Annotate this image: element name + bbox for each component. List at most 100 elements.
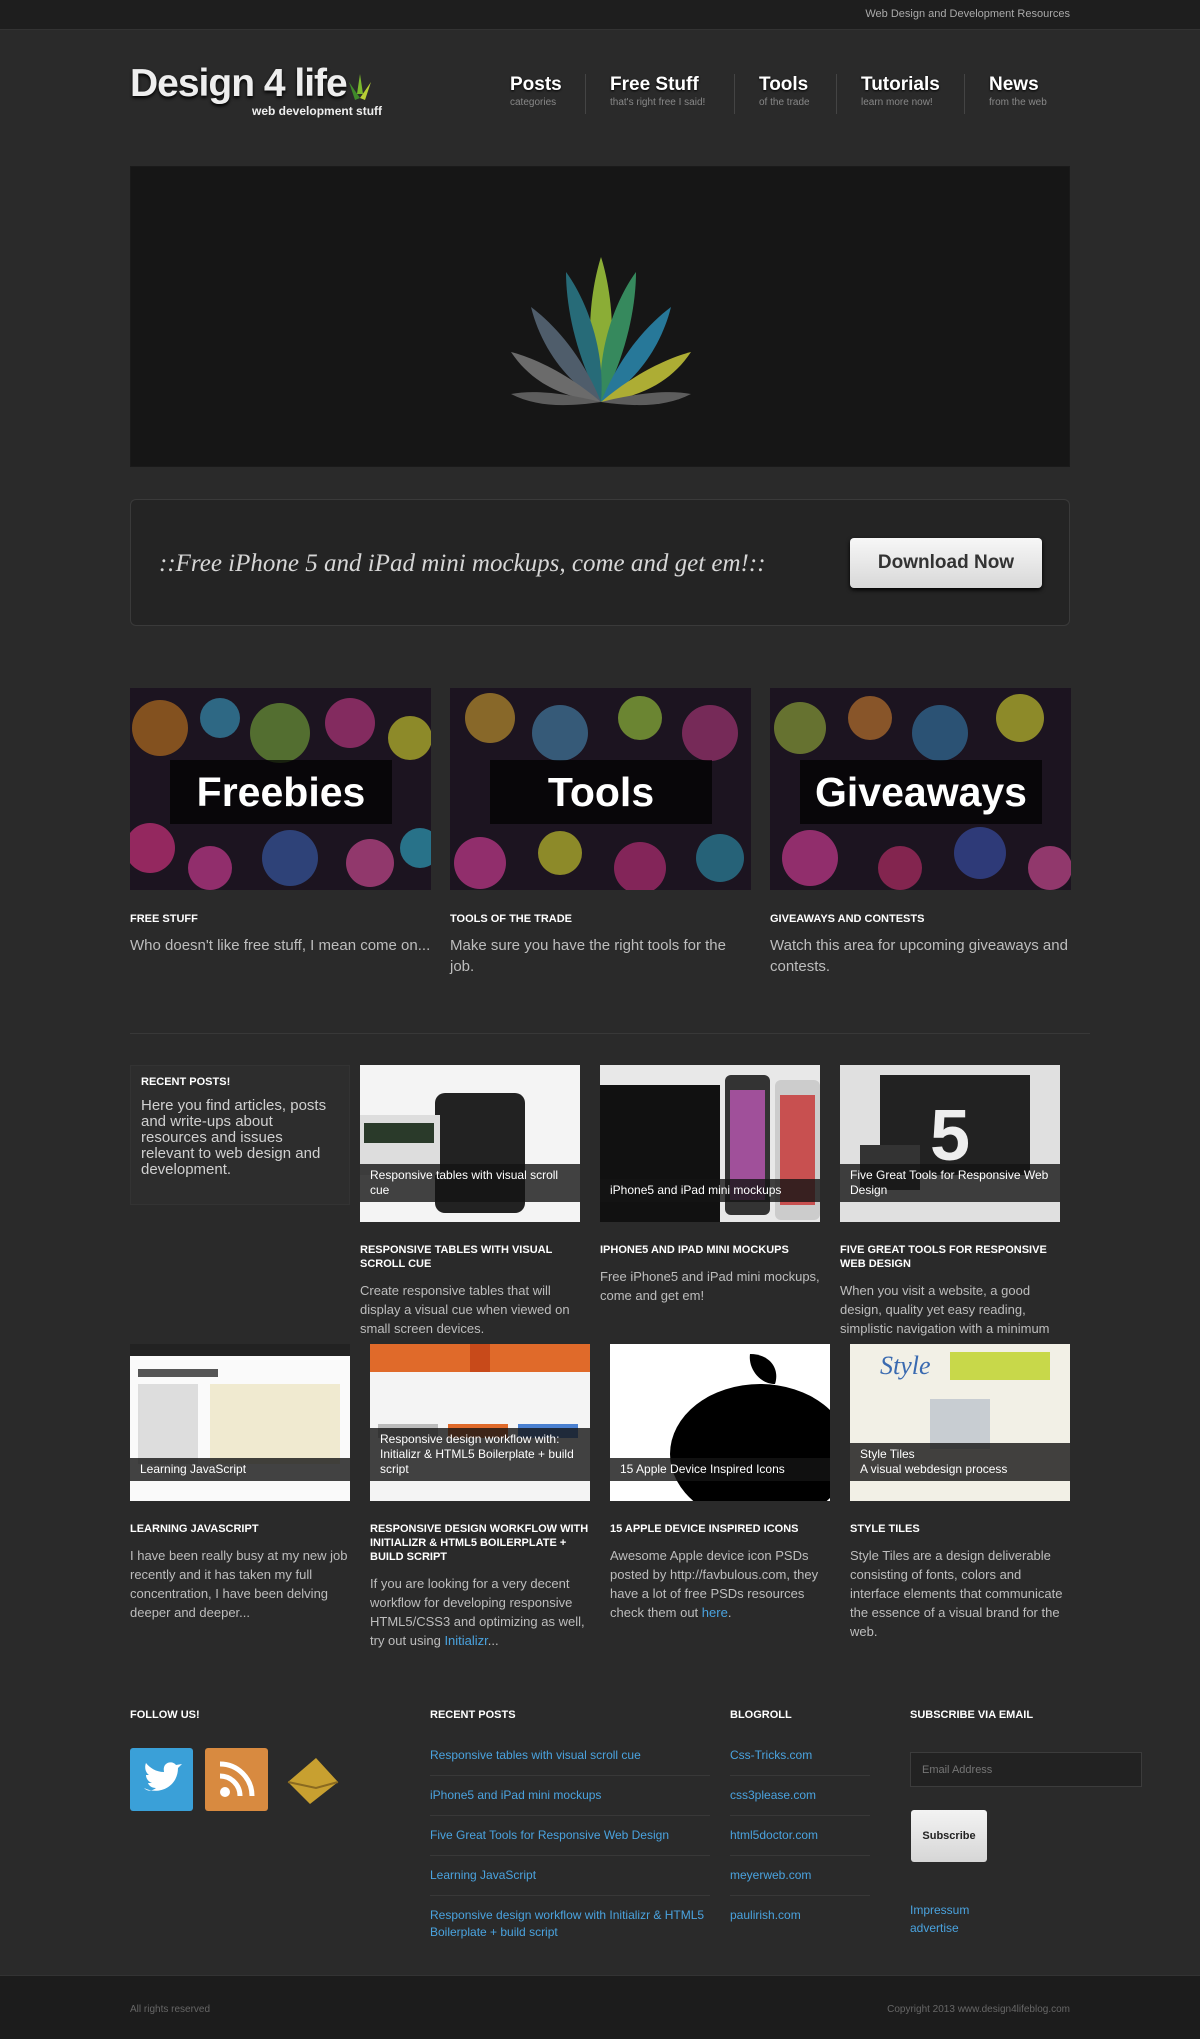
post-card[interactable]: Responsive design workflow with: Initial… <box>370 1344 590 1650</box>
post-image[interactable]: 15 Apple Device Inspired Icons <box>610 1344 830 1501</box>
blogroll-link[interactable]: html5doctor.com <box>730 1827 818 1844</box>
feature-title: Tools of the trade <box>450 913 573 925</box>
nav-posts[interactable]: Posts categories <box>510 74 562 114</box>
blogroll-link[interactable]: paulirish.com <box>730 1907 801 1924</box>
post-image[interactable]: Style Style Tiles A visual webdesign pro… <box>850 1344 1070 1501</box>
post-title[interactable]: iPhone5 and iPad mini mockups <box>600 1243 820 1257</box>
post-image[interactable]: Learning JavaScript <box>130 1344 350 1501</box>
post-text: When you visit a website, a good design,… <box>840 1283 1050 1336</box>
post-card[interactable]: Responsive tables with visual scroll cue… <box>360 1065 580 1338</box>
hero-banner <box>130 166 1070 467</box>
footer-separator <box>730 1775 870 1776</box>
blogroll-title: BLOGROLL <box>730 1709 792 1721</box>
post-card[interactable]: Style Style Tiles A visual webdesign pro… <box>850 1344 1070 1641</box>
leaf-emblem-icon <box>511 257 691 406</box>
post-text: Free iPhone5 and iPad mini mockups, come… <box>600 1269 820 1303</box>
nav-label: Tutorials <box>861 74 940 95</box>
feature-tools[interactable]: Tools Tools of the trade Make sure you h… <box>450 688 751 977</box>
nav-free-stuff[interactable]: Free Stuff that's right free I said! <box>585 74 705 114</box>
footer-separator <box>430 1895 710 1896</box>
follow-title: FOLLOW US! <box>130 1709 200 1721</box>
blogroll-link[interactable]: css3please.com <box>730 1787 816 1804</box>
footer-recent-link[interactable]: Responsive tables with visual scroll cue <box>430 1747 710 1764</box>
subscribe-button[interactable]: Subscribe <box>911 1810 987 1862</box>
footer-separator <box>430 1775 710 1776</box>
footer-separator <box>730 1895 870 1896</box>
nav-sub: of the trade <box>759 97 810 108</box>
rss-icon[interactable] <box>205 1748 268 1811</box>
post-title[interactable]: 15 Apple Device Inspired Icons <box>610 1522 830 1536</box>
advertise-link[interactable]: advertise <box>910 1920 959 1937</box>
post-text-end: ... <box>487 1633 499 1648</box>
footer-separator <box>730 1815 870 1816</box>
post-card[interactable]: 5 Five Great Tools for Responsive Web De… <box>840 1065 1060 1338</box>
feature-freebies[interactable]: Freebies Free Stuff Who doesn't like fre… <box>130 688 431 956</box>
subscribe-title: SUBSCRIBE VIA EMAIL <box>910 1709 1034 1721</box>
feature-image[interactable]: Freebies <box>130 688 431 890</box>
post-title[interactable]: Responsive tables with visual scroll cue <box>360 1243 580 1271</box>
top-strip: Web Design and Development Resources <box>0 0 1200 30</box>
post-card[interactable]: Learning JavaScript Learning JavaScript … <box>130 1344 350 1622</box>
post-image[interactable]: Responsive design workflow with: Initial… <box>370 1344 590 1501</box>
post-text: Create responsive tables that will displ… <box>360 1283 570 1336</box>
nav-news[interactable]: News from the web <box>964 74 1047 114</box>
post-image[interactable]: iPhone5 and iPad mini mockups <box>600 1065 820 1222</box>
post-image[interactable]: 5 Five Great Tools for Responsive Web De… <box>840 1065 1060 1222</box>
feature-image-label: Giveaways <box>800 760 1042 824</box>
here-link[interactable]: here <box>702 1605 728 1620</box>
nav-sub: that's right free I said! <box>610 97 706 108</box>
feature-title: Giveaways and contests <box>770 913 925 925</box>
footer-recent-link[interactable]: Learning JavaScript <box>430 1867 710 1884</box>
footer-recent-link[interactable]: Responsive design workflow with Initiali… <box>430 1907 720 1941</box>
post-caption: Learning JavaScript <box>130 1458 350 1481</box>
rights-text: All rights reserved <box>130 2004 211 2015</box>
nav-tools[interactable]: Tools of the trade <box>734 74 810 114</box>
blogroll-link[interactable]: Css-Tricks.com <box>730 1747 812 1764</box>
impressum-link[interactable]: Impressum <box>910 1902 969 1919</box>
recent-posts-box: RECENT POSTS! Here you find articles, po… <box>130 1065 350 1205</box>
nav-sub: learn more now! <box>861 97 933 108</box>
section-divider <box>130 1033 1090 1034</box>
nav-tutorials[interactable]: Tutorials learn more now! <box>836 74 940 114</box>
feature-giveaways[interactable]: Giveaways Giveaways and contests Watch t… <box>770 688 1071 977</box>
post-text: Style Tiles are a design deliverable con… <box>850 1548 1063 1639</box>
initializr-link[interactable]: Initializr <box>444 1633 487 1648</box>
post-title[interactable]: Style Tiles <box>850 1522 1070 1536</box>
footer-separator <box>430 1815 710 1816</box>
post-caption: 15 Apple Device Inspired Icons <box>610 1458 830 1481</box>
bottom-bar: All rights reserved Copyright 2013 www.d… <box>0 1975 1200 2039</box>
post-card[interactable]: iPhone5 and iPad mini mockups iPhone5 an… <box>600 1065 820 1305</box>
post-image[interactable]: Responsive tables with visual scroll cue <box>360 1065 580 1222</box>
nav-label: Tools <box>759 74 809 95</box>
post-title[interactable]: Responsive design workflow with Initiali… <box>370 1522 590 1564</box>
blogroll-link[interactable]: meyerweb.com <box>730 1867 811 1884</box>
main-nav: Posts categories Free Stuff that's right f… <box>490 74 1090 114</box>
email-input[interactable] <box>910 1752 1142 1787</box>
post-caption: Responsive design workflow with: Initial… <box>370 1428 590 1481</box>
site-logo[interactable]: Design 4 life web development stuff <box>130 62 390 122</box>
feature-image-label: Freebies <box>170 760 392 824</box>
twitter-icon[interactable] <box>130 1748 193 1811</box>
promo-message: ::Free iPhone 5 and iPad mini mockups, c… <box>159 550 766 577</box>
post-title[interactable]: Learning JavaScript <box>130 1522 350 1536</box>
feature-image[interactable]: Giveaways <box>770 688 1071 890</box>
footer-recent-link[interactable]: iPhone5 and iPad mini mockups <box>430 1787 710 1804</box>
download-now-button[interactable]: Download Now <box>850 538 1042 588</box>
post-caption: Style Tiles A visual webdesign process <box>850 1443 1070 1481</box>
post-text-end: . <box>727 1605 732 1620</box>
nav-label: Posts <box>510 74 562 95</box>
feature-image[interactable]: Tools <box>450 688 751 890</box>
footer-separator <box>730 1855 870 1856</box>
footer-recent-link[interactable]: Five Great Tools for Responsive Web Desi… <box>430 1827 710 1844</box>
feature-title: Free Stuff <box>130 913 198 925</box>
nav-label: News <box>989 74 1039 95</box>
footer-recent-title: RECENT POSTS <box>430 1709 516 1721</box>
feature-text: Make sure you have the right tools for t… <box>450 937 726 975</box>
post-title[interactable]: Five Great Tools for Responsive Web Desi… <box>840 1243 1060 1271</box>
promo-box: ::Free iPhone 5 and iPad mini mockups, c… <box>130 499 1070 626</box>
post-text: Awesome Apple device icon PSDs posted by… <box>610 1546 830 1622</box>
footer-separator <box>430 1855 710 1856</box>
post-card[interactable]: 15 Apple Device Inspired Icons 15 Apple … <box>610 1344 830 1622</box>
post-text: I have been really busy at my new job re… <box>130 1548 348 1620</box>
email-envelope-icon[interactable] <box>280 1748 343 1811</box>
